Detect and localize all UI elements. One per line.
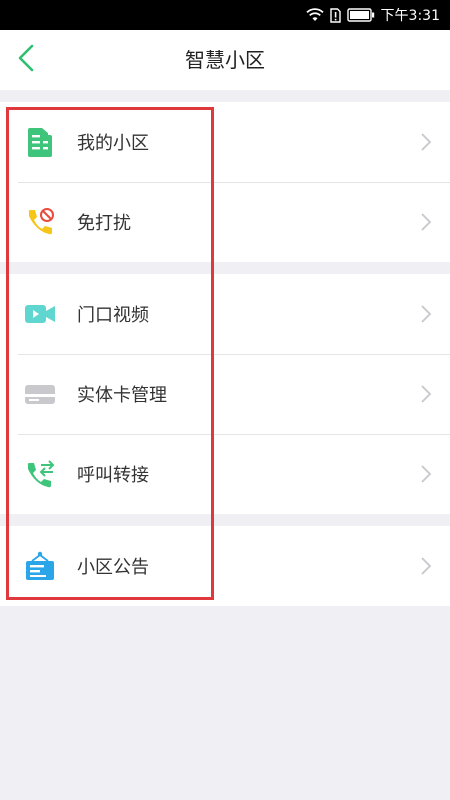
- sim-alert-icon: [329, 7, 341, 23]
- wifi-icon: [305, 8, 324, 22]
- list-item-label: 门口视频: [77, 305, 149, 326]
- list-item-label: 呼叫转接: [77, 465, 149, 486]
- chevron-right-icon: [420, 132, 432, 152]
- status-bar: 下午3:31: [0, 0, 450, 30]
- chevron-right-icon: [420, 304, 432, 324]
- list-item-card-management[interactable]: 实体卡管理: [0, 354, 450, 434]
- menu-group-1: 我的小区 免打扰: [0, 102, 450, 262]
- app-header: 智慧小区: [0, 30, 450, 90]
- status-time: 下午3:31: [380, 8, 440, 24]
- status-indicators: 下午3:31: [305, 0, 440, 30]
- menu-group-2: 门口视频 实体卡管理 呼叫转接: [0, 274, 450, 514]
- list-item-label: 实体卡管理: [77, 385, 167, 406]
- call-transfer-icon: [24, 458, 56, 490]
- chevron-right-icon: [420, 556, 432, 576]
- list-item-door-video[interactable]: 门口视频: [0, 274, 450, 354]
- list-item-do-not-disturb[interactable]: 免打扰: [0, 182, 450, 262]
- list-item-label: 我的小区: [77, 133, 149, 154]
- announcement-board-icon: [24, 550, 56, 582]
- page-title: 智慧小区: [185, 48, 265, 72]
- chevron-right-icon: [420, 212, 432, 232]
- list-item-my-community[interactable]: 我的小区: [0, 102, 450, 182]
- list-item-announcement[interactable]: 小区公告: [0, 526, 450, 606]
- chevron-right-icon: [420, 464, 432, 484]
- list-item-label: 免打扰: [77, 213, 131, 234]
- do-not-disturb-phone-icon: [24, 206, 56, 238]
- card-icon: [24, 378, 56, 410]
- community-building-icon: [24, 126, 56, 158]
- video-camera-icon: [24, 298, 56, 330]
- chevron-right-icon: [420, 384, 432, 404]
- battery-icon: [346, 8, 375, 22]
- list-item-label: 小区公告: [77, 557, 149, 578]
- list-item-call-transfer[interactable]: 呼叫转接: [0, 434, 450, 514]
- menu-group-3: 小区公告: [0, 526, 450, 606]
